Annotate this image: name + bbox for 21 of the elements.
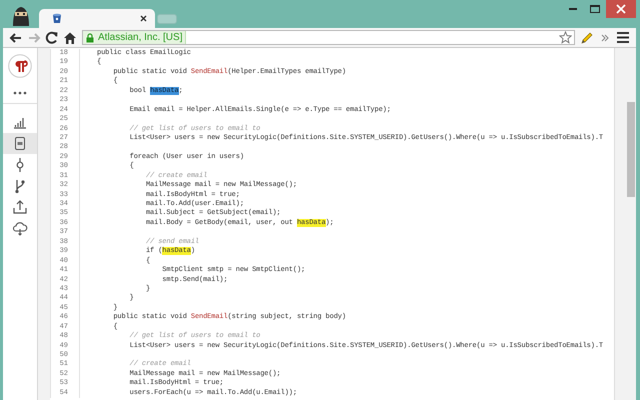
site-identity: Atlassian, Inc. [US] xyxy=(98,31,182,44)
document-icon xyxy=(12,136,28,152)
double-chevron-icon xyxy=(601,34,609,42)
address-bar[interactable]: Atlassian, Inc. [US] xyxy=(82,30,575,45)
star-icon xyxy=(558,31,572,44)
more-icon xyxy=(13,91,27,95)
close-icon xyxy=(616,4,626,14)
sidebar-item[interactable] xyxy=(3,133,37,154)
bucket-icon xyxy=(52,13,62,24)
security-badge[interactable]: Atlassian, Inc. [US] xyxy=(83,31,186,44)
close-icon xyxy=(140,15,147,22)
bookmark-button[interactable] xyxy=(556,28,574,46)
browser-tab[interactable] xyxy=(39,9,155,28)
close-button[interactable] xyxy=(606,0,636,18)
upload-icon xyxy=(12,198,28,214)
scrollbar-thumb[interactable] xyxy=(627,102,635,197)
logo-icon xyxy=(8,54,32,78)
cloud-icon xyxy=(12,220,28,236)
minimize-icon xyxy=(569,8,577,10)
menu-icon xyxy=(617,32,629,43)
maximize-icon xyxy=(590,5,600,13)
